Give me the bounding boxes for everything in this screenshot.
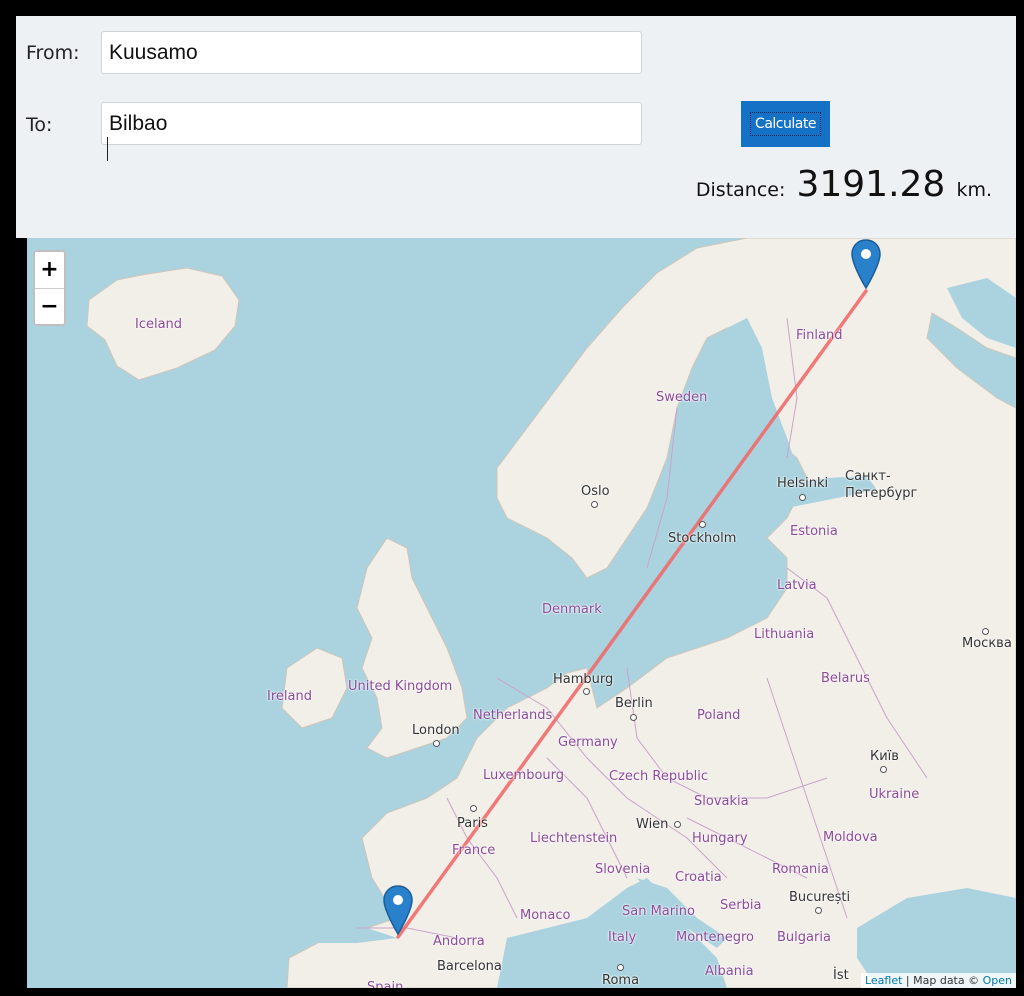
country-label: Sweden (656, 390, 708, 405)
city-label: Москва (962, 636, 1012, 651)
country-label: Slovakia (694, 794, 749, 809)
country-label: Luxembourg (483, 768, 565, 783)
city-label: Oslo (581, 484, 610, 499)
city-dot (591, 501, 598, 508)
calculate-button-label: Calculate (750, 112, 821, 136)
country-label: Croatia (675, 870, 722, 885)
city-label: București (789, 890, 851, 905)
city-dot (617, 964, 624, 971)
city-label: Berlin (615, 696, 653, 711)
country-label: Estonia (790, 524, 838, 539)
city-label: Paris (457, 816, 488, 831)
city-dot (433, 740, 440, 747)
osm-link[interactable]: Open (983, 974, 1012, 987)
from-label: From: (26, 42, 80, 64)
country-label: Albania (705, 964, 754, 979)
marker-kuusamo-icon[interactable] (850, 238, 882, 290)
country-label: Hungary (692, 831, 748, 846)
map-attribution: Leaflet | Map data © Open (860, 973, 1016, 988)
distance-result: Distance: 3191.28 km. (696, 164, 992, 205)
city-label: Київ (870, 749, 899, 764)
city-dot (470, 805, 477, 812)
city-label: İst (833, 968, 849, 983)
zoom-control: + − (33, 250, 66, 326)
country-label: Spain (367, 980, 404, 988)
zoom-out-button[interactable]: − (35, 288, 64, 324)
country-label: Romania (772, 862, 829, 877)
country-label: Czech Republic (609, 769, 708, 784)
city-label: London (412, 723, 460, 738)
country-label: Bulgaria (777, 930, 831, 945)
country-label: Andorra (433, 934, 485, 949)
to-input[interactable] (101, 102, 642, 145)
city-dot (699, 521, 706, 528)
map-tiles (86, 238, 1016, 988)
country-label: Ukraine (869, 787, 920, 802)
to-label: To: (26, 114, 53, 136)
city-label: Roma (602, 973, 640, 988)
country-label: Monaco (520, 908, 571, 923)
country-label: Liechtenstein (530, 831, 618, 846)
map-view[interactable]: + − Iceland Finland Sweden Estonia Latvi… (27, 238, 1016, 988)
country-label: France (452, 843, 496, 858)
zoom-in-button[interactable]: + (35, 252, 64, 288)
city-label: Barcelona (437, 959, 502, 974)
calculate-button[interactable]: Calculate (741, 101, 830, 147)
city-dot (799, 494, 806, 501)
country-label: Ireland (267, 689, 312, 704)
city-dot (674, 821, 681, 828)
country-label: San Marino (622, 904, 695, 919)
city-dot (630, 714, 637, 721)
city-label: Wien (636, 817, 669, 832)
city-label: Stockholm (668, 531, 737, 546)
land-ireland (281, 647, 348, 729)
country-label: Iceland (135, 317, 183, 332)
city-dot (815, 907, 822, 914)
distance-value: 3191.28 (796, 164, 946, 205)
country-label: Moldova (823, 830, 878, 845)
country-label: Poland (697, 708, 741, 723)
country-label: Denmark (542, 602, 602, 617)
from-input[interactable] (101, 31, 642, 74)
city-dot (583, 688, 590, 695)
city-label: Hamburg (553, 672, 614, 687)
country-label: Slovenia (595, 862, 651, 877)
country-label: Italy (608, 930, 637, 945)
leaflet-link[interactable]: Leaflet (865, 974, 902, 987)
city-label: Helsinki (777, 476, 829, 491)
city-label: Санкт- Петербург (845, 469, 918, 501)
city-dot (880, 766, 887, 773)
country-label: Germany (558, 735, 618, 750)
text-cursor (107, 137, 108, 161)
distance-unit: km. (956, 179, 992, 201)
country-label: Netherlands (473, 708, 553, 723)
country-label: Finland (796, 328, 843, 343)
marker-bilbao-icon[interactable] (382, 884, 414, 936)
country-label: Montenegro (676, 930, 755, 945)
city-dot (982, 628, 989, 635)
distance-label: Distance: (695, 179, 786, 201)
country-label: Serbia (720, 898, 762, 913)
attribution-text: | Map data © (902, 974, 983, 987)
country-label: Latvia (777, 578, 817, 593)
country-label: Belarus (821, 671, 870, 686)
country-label: Lithuania (754, 627, 815, 642)
country-label: United Kingdom (348, 679, 453, 694)
